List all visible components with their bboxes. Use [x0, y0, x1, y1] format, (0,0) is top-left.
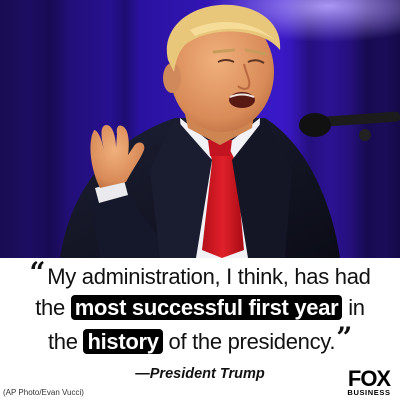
open-quote-mark: “: [29, 256, 46, 289]
quote-line-1: “My administration, I think, has had: [0, 259, 400, 290]
quote-text-line-2-end: in: [342, 295, 365, 320]
highlight-history: history: [83, 329, 163, 354]
highlight-most-successful: most successful first year: [70, 295, 343, 320]
speaker-photo: [0, 0, 400, 258]
fox-business-logo: FOX BUSINESS: [340, 366, 398, 397]
photo-credit: (AP Photo/Evan Vucci): [3, 388, 84, 397]
quote-line-3: the history of the presidency.”: [0, 324, 400, 355]
quote-text-line-3-start: the: [47, 329, 84, 354]
quote-text-line-2-start: the: [35, 295, 71, 320]
quote-section: “My administration, I think, has had the…: [0, 258, 400, 400]
logo-main-text: FOX: [347, 366, 391, 391]
logo-sub-text: BUSINESS: [347, 388, 391, 397]
quote-card: “My administration, I think, has had the…: [0, 0, 400, 400]
quote-text-line-1: My administration, I think, has had: [47, 264, 371, 289]
quote-text-line-3-end: of the presidency.: [162, 329, 336, 354]
close-quote-mark: ”: [336, 321, 352, 354]
quote-line-2: the most successful first year in: [0, 295, 400, 321]
